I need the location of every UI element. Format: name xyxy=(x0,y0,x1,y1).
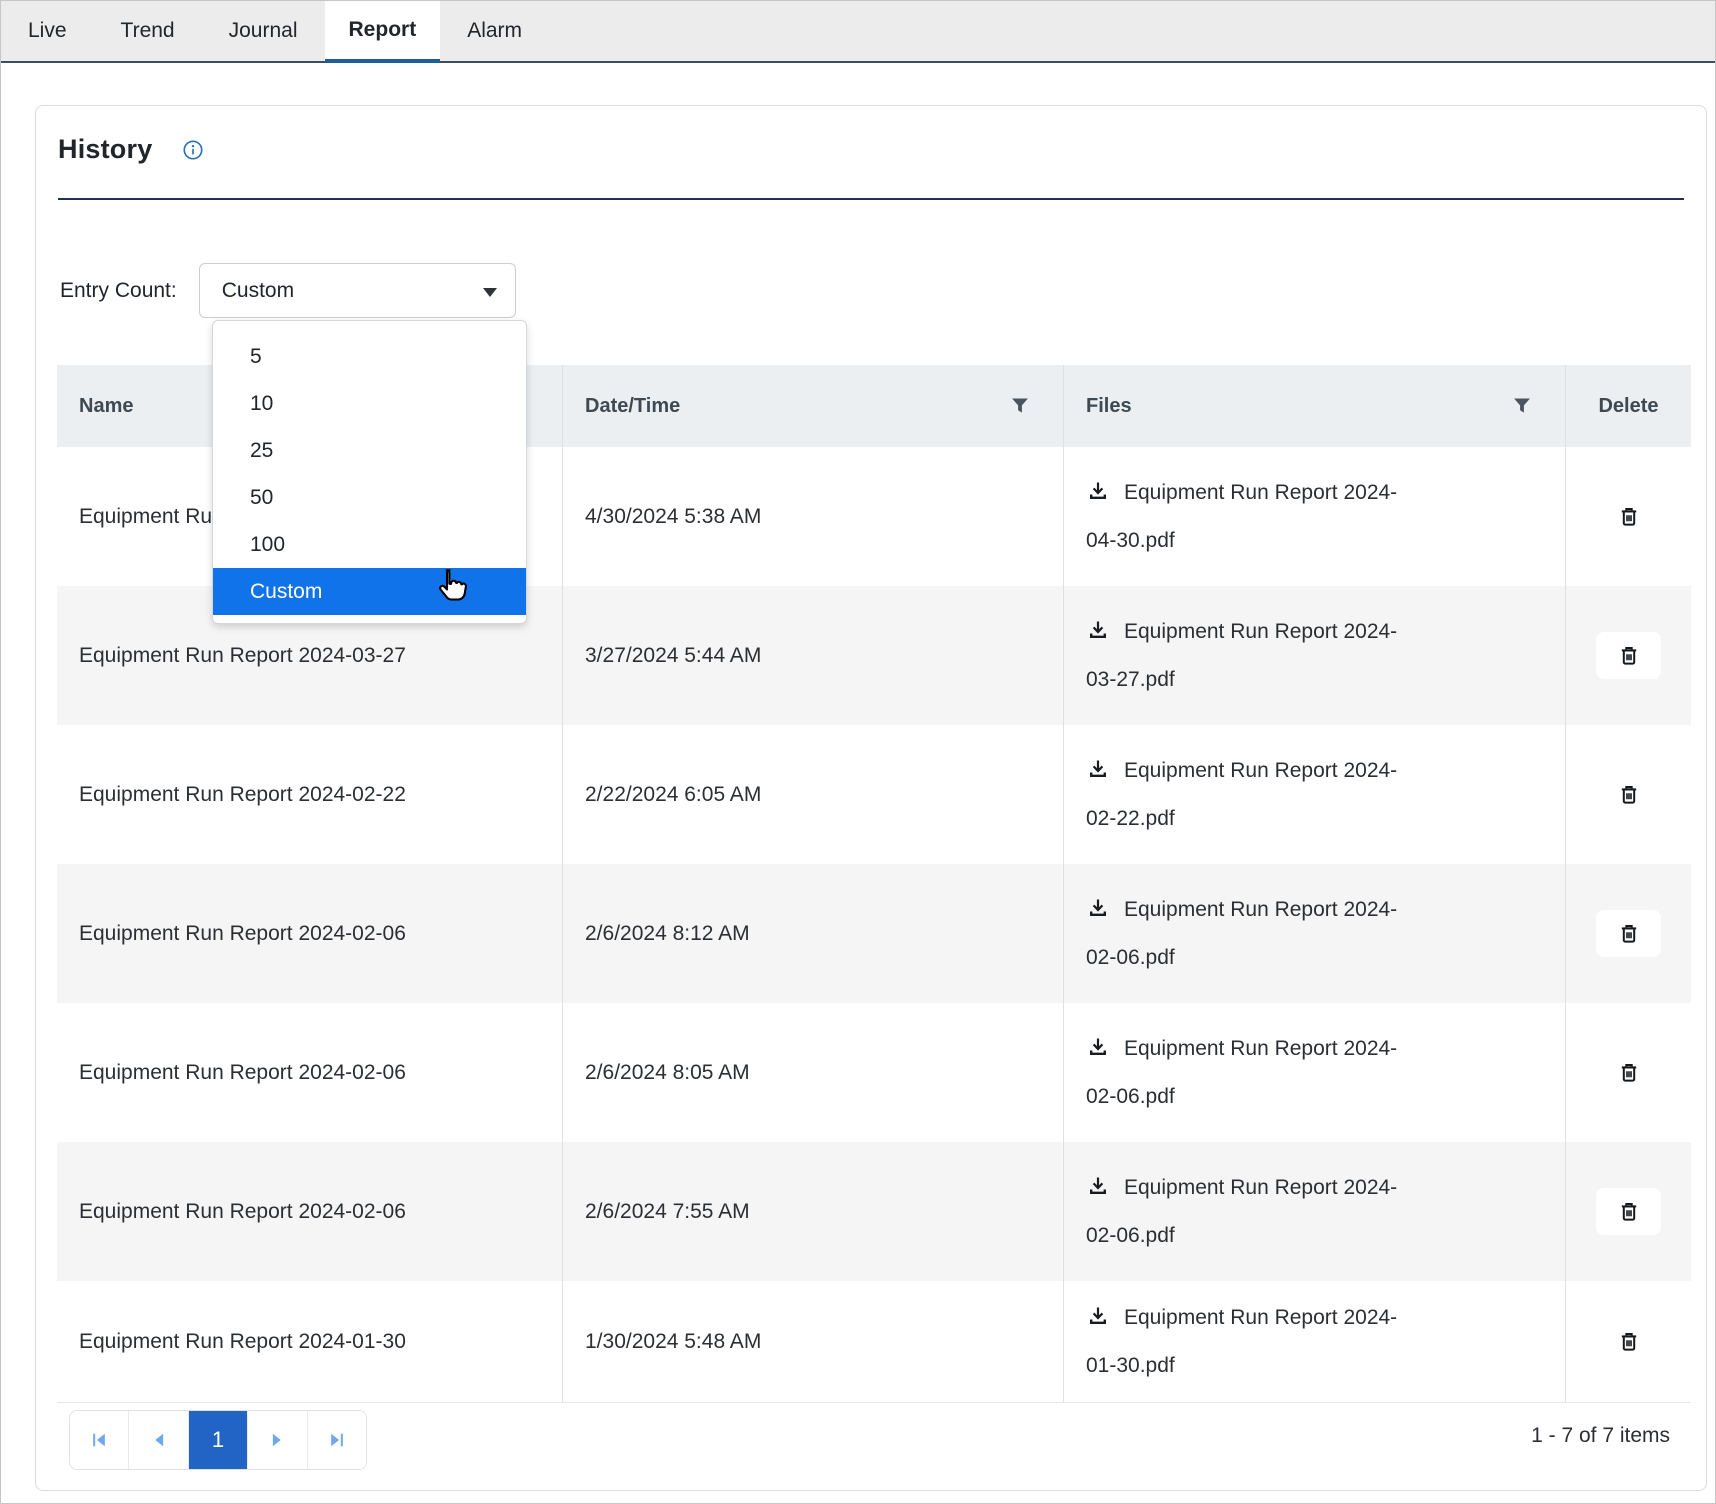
entry-count-value: Custom xyxy=(200,279,294,303)
delete-button[interactable] xyxy=(1596,493,1661,540)
chevron-down-icon xyxy=(483,288,497,297)
delete-button[interactable] xyxy=(1596,1049,1661,1096)
report-datetime: 3/27/2024 5:44 AM xyxy=(562,586,1063,725)
table-row: Equipment Run Report 2024-02-06 2/6/2024… xyxy=(57,1142,1691,1281)
download-icon xyxy=(1086,1304,1110,1328)
report-name: Equipment Run Report 2024-02-22 xyxy=(57,725,562,864)
tab-trend[interactable]: Trend xyxy=(94,1,202,61)
entry-count-select[interactable]: Custom xyxy=(199,263,516,318)
report-datetime: 2/6/2024 8:12 AM xyxy=(562,864,1063,1003)
trash-icon xyxy=(1617,505,1641,529)
file-download-link[interactable]: Equipment Run Report 2024-02-22.pdf xyxy=(1086,747,1426,843)
page-title: History xyxy=(58,134,152,165)
delete-button[interactable] xyxy=(1596,1188,1661,1235)
report-name: Equipment Run Report 2024-02-06 xyxy=(57,1142,562,1281)
next-page-button[interactable] xyxy=(248,1411,307,1469)
entry-count-dropdown: 5 10 25 50 100 Custom xyxy=(212,320,527,624)
download-icon xyxy=(1086,479,1110,503)
table-row: Equipment Run Report 2024-02-06 2/6/2024… xyxy=(57,864,1691,1003)
report-name: Equipment Run Report 2024-02-06 xyxy=(57,1003,562,1142)
table-row: Equipment Run Report 2024-01-30 1/30/202… xyxy=(57,1281,1691,1402)
tab-report[interactable]: Report xyxy=(325,1,441,63)
items-count-label: 1 - 7 of 7 items xyxy=(1531,1424,1670,1448)
download-icon xyxy=(1086,896,1110,920)
pagination: 1 xyxy=(69,1410,367,1470)
column-header-delete: Delete xyxy=(1565,365,1691,447)
trash-icon xyxy=(1617,1330,1641,1354)
first-page-icon xyxy=(89,1430,109,1450)
download-icon xyxy=(1086,618,1110,642)
report-datetime: 1/30/2024 5:48 AM xyxy=(562,1281,1063,1402)
column-header-files: Files xyxy=(1063,365,1565,447)
trash-icon xyxy=(1617,922,1641,946)
trash-icon xyxy=(1617,1200,1641,1224)
download-icon xyxy=(1086,757,1110,781)
file-download-link[interactable]: Equipment Run Report 2024-02-06.pdf xyxy=(1086,886,1426,982)
report-datetime: 4/30/2024 5:38 AM xyxy=(562,447,1063,586)
file-download-link[interactable]: Equipment Run Report 2024-03-27.pdf xyxy=(1086,608,1426,704)
table-row: Equipment Run Report 2024-02-06 2/6/2024… xyxy=(57,1003,1691,1142)
entry-count-label: Entry Count: xyxy=(60,279,177,303)
dropdown-option-custom[interactable]: Custom xyxy=(213,568,526,615)
history-panel: History Entry Count: Custom 5 10 25 50 1… xyxy=(35,105,1707,1491)
download-icon xyxy=(1086,1035,1110,1059)
delete-button[interactable] xyxy=(1596,1318,1661,1365)
trash-icon xyxy=(1617,783,1641,807)
dropdown-option-50[interactable]: 50 xyxy=(213,474,526,521)
report-datetime: 2/22/2024 6:05 AM xyxy=(562,725,1063,864)
dropdown-option-100[interactable]: 100 xyxy=(213,521,526,568)
app-window: Live Trend Journal Report Alarm History … xyxy=(0,0,1716,1504)
next-page-icon xyxy=(267,1430,287,1450)
tab-journal[interactable]: Journal xyxy=(202,1,325,61)
filter-icon[interactable] xyxy=(1010,396,1030,416)
page-number-button[interactable]: 1 xyxy=(189,1411,248,1469)
dropdown-option-25[interactable]: 25 xyxy=(213,427,526,474)
previous-page-button[interactable] xyxy=(129,1411,188,1469)
report-name: Equipment Run Report 2024-02-06 xyxy=(57,864,562,1003)
column-header-datetime: Date/Time xyxy=(562,365,1063,447)
delete-button[interactable] xyxy=(1596,632,1661,679)
tab-alarm[interactable]: Alarm xyxy=(440,1,549,61)
download-icon xyxy=(1086,1174,1110,1198)
file-download-link[interactable]: Equipment Run Report 2024-02-06.pdf xyxy=(1086,1025,1426,1121)
tab-bar: Live Trend Journal Report Alarm xyxy=(1,1,1715,63)
info-icon[interactable] xyxy=(182,139,204,161)
tab-live[interactable]: Live xyxy=(1,1,94,61)
title-divider xyxy=(58,198,1684,200)
last-page-button[interactable] xyxy=(308,1411,366,1469)
file-download-link[interactable]: Equipment Run Report 2024-02-06.pdf xyxy=(1086,1164,1426,1260)
trash-icon xyxy=(1617,644,1641,668)
previous-page-icon xyxy=(149,1430,169,1450)
first-page-button[interactable] xyxy=(70,1411,129,1469)
report-name: Equipment Run Report 2024-01-30 xyxy=(57,1281,562,1402)
filter-icon[interactable] xyxy=(1512,396,1532,416)
dropdown-option-10[interactable]: 10 xyxy=(213,380,526,427)
table-row: Equipment Run Report 2024-02-22 2/22/202… xyxy=(57,725,1691,864)
report-datetime: 2/6/2024 7:55 AM xyxy=(562,1142,1063,1281)
delete-button[interactable] xyxy=(1596,910,1661,957)
trash-icon xyxy=(1617,1061,1641,1085)
delete-button[interactable] xyxy=(1596,771,1661,818)
file-download-link[interactable]: Equipment Run Report 2024-04-30.pdf xyxy=(1086,469,1426,565)
file-download-link[interactable]: Equipment Run Report 2024-01-30.pdf xyxy=(1086,1294,1426,1390)
dropdown-option-5[interactable]: 5 xyxy=(213,333,526,380)
last-page-icon xyxy=(327,1430,347,1450)
report-datetime: 2/6/2024 8:05 AM xyxy=(562,1003,1063,1142)
